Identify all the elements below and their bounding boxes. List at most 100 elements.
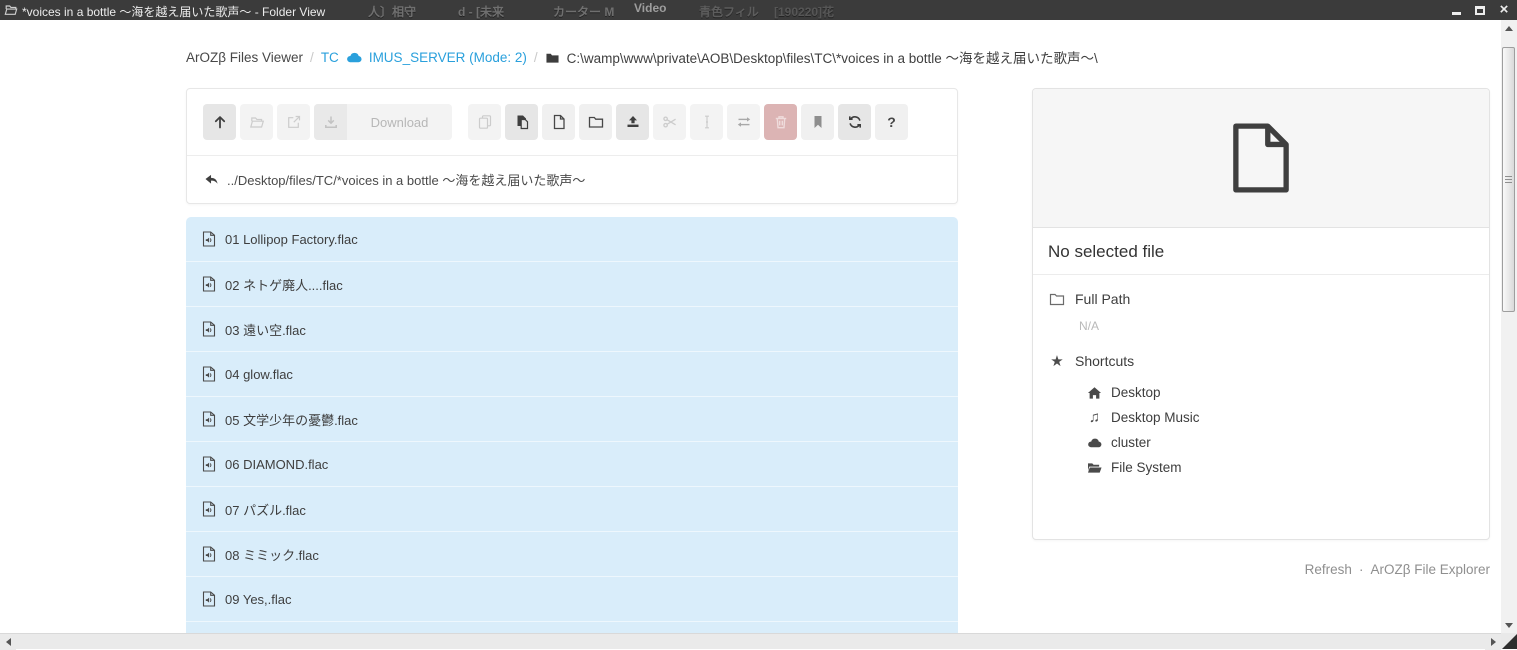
rename-button[interactable] — [690, 104, 723, 140]
scroll-left-button[interactable] — [0, 634, 16, 650]
move-button[interactable] — [727, 104, 760, 140]
full-path-value: N/A — [1079, 319, 1473, 333]
upload-icon — [625, 114, 641, 130]
scrollbar-corner — [1501, 633, 1517, 649]
shortcut-file-system[interactable]: File System — [1087, 455, 1473, 480]
close-icon: × — [1500, 3, 1509, 17]
back-icon — [204, 173, 219, 187]
cut-button[interactable] — [653, 104, 686, 140]
shortcut-label: Desktop — [1111, 385, 1161, 400]
full-path-row: Full Path — [1049, 291, 1473, 307]
cloud-icon — [346, 51, 362, 63]
file-item[interactable]: 06 DIAMOND.flac — [186, 442, 958, 487]
breadcrumb-server-link[interactable]: IMUS_SERVER (Mode: 2) — [369, 50, 527, 65]
file-item[interactable]: 03 遠い空.flac — [186, 307, 958, 352]
folder-outline-icon — [1049, 292, 1065, 306]
new-file-button[interactable] — [542, 104, 575, 140]
audio-file-icon — [202, 366, 216, 382]
paste-button[interactable] — [505, 104, 538, 140]
scroll-down-button[interactable] — [1501, 617, 1517, 633]
external-link-icon — [286, 114, 302, 130]
new-file-icon — [551, 114, 567, 130]
download-button-label: Download — [347, 104, 452, 140]
refresh-link[interactable]: Refresh — [1305, 562, 1352, 577]
new-folder-button[interactable] — [579, 104, 612, 140]
shortcut-desktop-music[interactable]: ♫ Desktop Music — [1087, 405, 1473, 430]
minimize-button[interactable] — [1449, 2, 1463, 18]
audio-file-icon — [202, 501, 216, 517]
upload-button[interactable] — [616, 104, 649, 140]
shortcuts-list: Desktop ♫ Desktop Music cluster File Sys… — [1087, 380, 1473, 480]
minimize-icon — [1452, 12, 1461, 15]
file-name: 02 ネトゲ廃人....flac — [225, 275, 343, 294]
maximize-button[interactable] — [1473, 2, 1487, 18]
background-window-title: カーター M — [553, 3, 614, 20]
full-path-label: Full Path — [1075, 291, 1130, 307]
scroll-up-button[interactable] — [1501, 20, 1517, 36]
scroll-right-button[interactable] — [1485, 634, 1501, 650]
toolbar-card: Download — [186, 88, 958, 204]
resize-grip[interactable] — [1502, 634, 1517, 649]
selection-status: No selected file — [1033, 228, 1489, 275]
file-explorer-link[interactable]: ArOZβ File Explorer — [1370, 562, 1490, 577]
current-path-bar[interactable]: ../Desktop/files/TC/*voices in a bottle … — [187, 155, 957, 203]
new-folder-icon — [588, 114, 604, 130]
shortcut-label: Desktop Music — [1111, 410, 1200, 425]
delete-button[interactable] — [764, 104, 797, 140]
copy-button[interactable] — [468, 104, 501, 140]
help-button[interactable]: ? — [875, 104, 908, 140]
arrow-up-icon — [212, 114, 228, 130]
refresh-button[interactable] — [838, 104, 871, 140]
download-button[interactable]: Download — [314, 104, 452, 140]
relative-path-text: ../Desktop/files/TC/*voices in a bottle … — [227, 170, 585, 189]
audio-file-icon — [202, 321, 216, 337]
file-item[interactable]: 07 パズル.flac — [186, 487, 958, 532]
audio-file-icon — [202, 591, 216, 607]
file-item[interactable]: 02 ネトゲ廃人....flac — [186, 262, 958, 307]
audio-file-icon — [202, 411, 216, 427]
file-item[interactable]: 01 Lollipop Factory.flac — [186, 217, 958, 262]
open-button[interactable] — [240, 104, 273, 140]
footer-separator: · — [1359, 562, 1364, 577]
maximize-icon — [1475, 6, 1485, 15]
triangle-up-icon — [1505, 26, 1513, 31]
horizontal-scrollbar[interactable] — [0, 633, 1501, 649]
file-item[interactable]: 09 Yes,.flac — [186, 577, 958, 622]
shortcut-label: File System — [1111, 460, 1182, 475]
breadcrumb-app-title: ArOZβ Files Viewer — [186, 50, 303, 65]
shortcut-desktop[interactable]: Desktop — [1087, 380, 1473, 405]
star-icon: ★ — [1049, 352, 1065, 370]
triangle-right-icon — [1491, 638, 1496, 646]
folder-view-app-icon — [4, 3, 18, 16]
file-name: 08 ミミック.flac — [225, 545, 319, 564]
folder-view-page: ArOZβ Files Viewer / TC IMUS_SERVER (Mod… — [0, 20, 1517, 649]
breadcrumb: ArOZβ Files Viewer / TC IMUS_SERVER (Mod… — [186, 47, 1098, 67]
audio-file-icon — [202, 276, 216, 292]
file-name: 03 遠い空.flac — [225, 320, 306, 339]
shortcut-cluster[interactable]: cluster — [1087, 430, 1473, 455]
file-item[interactable]: 05 文学少年の憂鬱.flac — [186, 397, 958, 442]
bookmark-icon — [810, 114, 826, 130]
paste-icon — [514, 114, 530, 130]
toolbar: Download — [187, 89, 957, 155]
audio-file-icon — [202, 231, 216, 247]
breadcrumb-current-path: C:\wamp\www\private\AOB\Desktop\files\TC… — [567, 47, 1098, 67]
file-name: 04 glow.flac — [225, 367, 293, 382]
question-icon: ? — [887, 114, 896, 130]
vertical-scrollbar-thumb[interactable] — [1502, 47, 1515, 312]
file-name: 06 DIAMOND.flac — [225, 457, 328, 472]
file-item[interactable]: 04 glow.flac — [186, 352, 958, 397]
open-new-window-button[interactable] — [277, 104, 310, 140]
vertical-scrollbar[interactable] — [1501, 20, 1517, 633]
file-list: 01 Lollipop Factory.flac 02 ネトゲ廃人....fla… — [186, 217, 958, 633]
background-window-title: 人〕相守 — [368, 3, 416, 20]
shortcuts-label: Shortcuts — [1075, 353, 1134, 369]
breadcrumb-drive-link[interactable]: TC — [321, 50, 339, 65]
close-button[interactable]: × — [1497, 2, 1511, 18]
bookmark-button[interactable] — [801, 104, 834, 140]
text-cursor-icon — [699, 114, 715, 130]
file-item[interactable]: 08 ミミック.flac — [186, 532, 958, 577]
file-name: 07 パズル.flac — [225, 500, 306, 519]
go-up-button[interactable] — [203, 104, 236, 140]
background-window-title: Video — [634, 1, 666, 15]
